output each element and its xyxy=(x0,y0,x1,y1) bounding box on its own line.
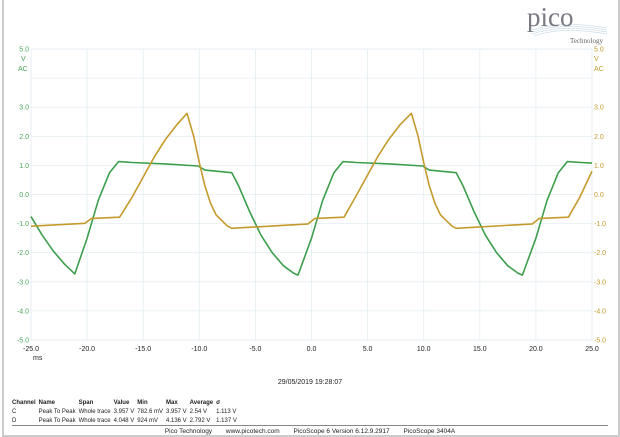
footer-company: Pico Technology xyxy=(164,428,213,435)
header-max: Max xyxy=(165,399,178,406)
capture-timestamp: 29/05/2019 19:28:07 xyxy=(277,379,343,386)
x-tick-label: -5.0 xyxy=(249,346,261,353)
right-y-tick-label: 2.0 xyxy=(594,134,604,141)
header-span: Span xyxy=(78,399,94,406)
cell: Peak To Peak xyxy=(38,417,76,424)
x-tick-label: 20.0 xyxy=(529,346,543,353)
cell: 782.6 mV xyxy=(137,408,163,415)
table-row: D Peak To Peak Whole trace 4.048 V 924 m… xyxy=(12,416,240,425)
footer-url: www.picotech.com xyxy=(225,428,280,435)
footer-version: PicoScope 6 Version 6.12.9.2917 xyxy=(293,428,390,435)
left-y-tick-label: 3.0 xyxy=(19,105,29,112)
right-y-tick-label: -4.0 xyxy=(594,308,606,315)
x-tick-label: 5.0 xyxy=(363,346,373,353)
right-y-tick-label: -3.0 xyxy=(594,279,606,286)
left-y-tick-label: -3.0 xyxy=(17,279,29,286)
x-tick-label: 25.0 xyxy=(585,346,599,353)
left-y-tick-label: -5.0 xyxy=(17,338,29,345)
cell: Peak To Peak xyxy=(38,408,76,415)
table-row: C Peak To Peak Whole trace 3.957 V 782.6… xyxy=(12,407,240,416)
footer: Pico Technology www.picotech.com PicoSco… xyxy=(0,428,620,435)
left-y-tick-label: 5.0 xyxy=(19,47,29,54)
right-y-tick-label: -1.0 xyxy=(594,221,606,228)
x-tick-label: -10.0 xyxy=(191,346,207,353)
x-tick-label: 15.0 xyxy=(473,346,487,353)
left-axis-unit: V xyxy=(21,56,26,63)
left-y-tick-label: 0.0 xyxy=(19,192,29,199)
cell: 1.137 V xyxy=(216,417,237,424)
right-y-tick-label: 0.0 xyxy=(594,192,604,199)
right-y-tick-label: 1.0 xyxy=(594,163,604,170)
header-channel: Channel xyxy=(12,399,36,406)
left-y-tick-label: -1.0 xyxy=(17,221,29,228)
footer-device: PicoScope 3404A xyxy=(403,428,456,435)
x-axis-unit-label: ms xyxy=(33,355,43,362)
left-y-tick-label: -4.0 xyxy=(17,308,29,315)
left-y-tick-label: -2.0 xyxy=(17,250,29,257)
cell: 3.957 V xyxy=(165,408,187,415)
x-tick-label: -15.0 xyxy=(135,346,151,353)
cell: 4.136 V xyxy=(165,417,187,424)
picoscope-print-page: pico Technology -25.0 -20.0 -15.0 -10.0 -5.0… xyxy=(0,0,620,437)
left-y-tick-label: 2.0 xyxy=(19,134,29,141)
left-axis-coupling: AC xyxy=(18,66,28,73)
measurements-header-row: Channel Name Span Value Min Max Average … xyxy=(12,398,240,407)
right-y-tick-label: 5.0 xyxy=(594,47,604,54)
cell: 924 mV xyxy=(137,417,158,424)
cell: 2.792 V xyxy=(189,417,211,424)
cell: C xyxy=(12,408,17,415)
cell: 4.048 V xyxy=(113,417,135,424)
footer-divider xyxy=(12,425,608,426)
cell: 3.957 V xyxy=(113,408,135,415)
right-axis-unit: V xyxy=(594,56,599,63)
measurements-table: Channel Name Span Value Min Max Average … xyxy=(12,398,240,425)
right-y-tick-label: -5.0 xyxy=(594,338,606,345)
x-tick-label: -20.0 xyxy=(79,346,95,353)
x-tick-label: -25.0 xyxy=(23,346,39,353)
x-tick-label: 10.0 xyxy=(417,346,431,353)
right-y-tick-label: 3.0 xyxy=(594,105,604,112)
header-sigma: σ xyxy=(216,399,221,406)
cell: Whole trace xyxy=(78,408,111,415)
right-y-tick-label: -2.0 xyxy=(594,250,606,257)
header-value: Value xyxy=(113,399,130,406)
x-tick-label: 0.0 xyxy=(307,346,317,353)
right-axis-coupling: AC xyxy=(594,66,604,73)
cell: Whole trace xyxy=(78,417,111,424)
header-average: Average xyxy=(189,399,214,406)
cell: 2.54 V xyxy=(189,408,208,415)
cell: D xyxy=(12,417,17,424)
header-min: Min xyxy=(137,399,148,406)
cell: 1.113 V xyxy=(216,408,237,415)
scope-chart: -25.0 -20.0 -15.0 -10.0 -5.0 0.0 5.0 10.0 15.0 20… xyxy=(17,47,606,363)
header-name: Name xyxy=(38,399,56,406)
left-y-tick-label: 1.0 xyxy=(19,163,29,170)
